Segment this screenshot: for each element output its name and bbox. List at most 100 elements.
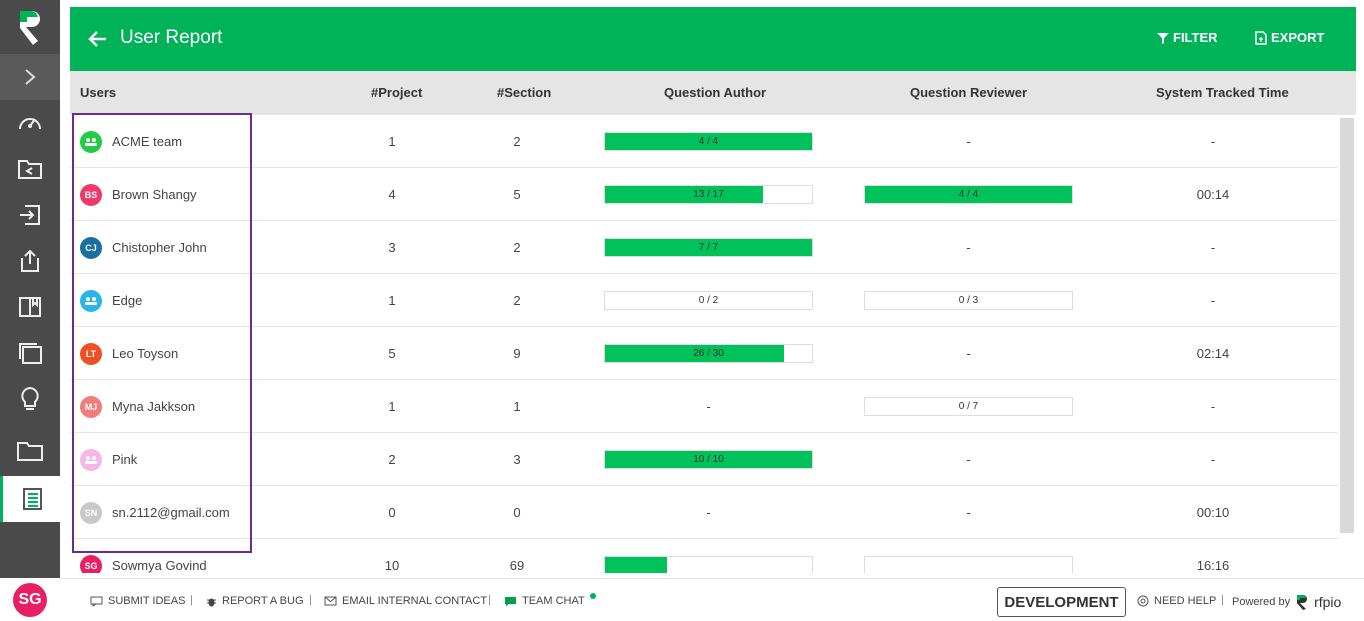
vertical-scrollbar[interactable] xyxy=(1340,118,1354,533)
question-reviewer-cell: - xyxy=(864,433,1073,486)
question-reviewer-cell: - xyxy=(864,115,1073,168)
column-header-system-tracked-time[interactable]: System Tracked Time xyxy=(1156,85,1289,100)
sidebar-item-folders[interactable] xyxy=(0,428,60,474)
section-count: 5 xyxy=(513,187,521,202)
sidebar-item-library[interactable] xyxy=(0,284,60,330)
column-header-users[interactable]: Users xyxy=(80,85,116,100)
need-help-label: NEED HELP xyxy=(1154,595,1217,607)
sidebar-item-documents[interactable] xyxy=(0,330,60,376)
email-contact-link[interactable]: EMAIL INTERNAL CONTACT xyxy=(324,595,487,607)
filter-button[interactable]: FILTER xyxy=(1157,30,1218,45)
question-author-cell: - xyxy=(604,380,813,433)
section-count: 3 xyxy=(513,452,521,467)
stacked-windows-icon xyxy=(19,343,42,364)
filter-icon xyxy=(1157,32,1169,44)
table-row[interactable]: Pink 2 3 10 / 10 - - xyxy=(70,433,1338,486)
section-count: 2 xyxy=(513,293,521,308)
progress-label: 0 / 7 xyxy=(958,401,979,412)
question-author-cell: 13 / 17 xyxy=(604,168,813,221)
table-row[interactable]: SG Sowmya Govind 10 69 16:16 xyxy=(70,539,1338,573)
sidebar-item-dashboard[interactable] xyxy=(0,100,60,146)
question-reviewer-cell: - xyxy=(864,327,1073,380)
column-header-project[interactable]: #Project xyxy=(371,85,422,100)
table-row[interactable]: Edge 1 2 0 / 2 0 / 3 - xyxy=(70,274,1338,327)
speedometer-icon xyxy=(19,118,41,130)
column-header-question-author[interactable]: Question Author xyxy=(664,85,766,100)
sidebar-item-export[interactable] xyxy=(0,238,60,284)
bug-icon xyxy=(207,598,216,606)
back-button[interactable] xyxy=(86,27,110,51)
question-author-cell: 26 / 30 xyxy=(604,327,813,380)
export-button[interactable]: EXPORT xyxy=(1255,30,1324,45)
mail-icon xyxy=(324,596,337,606)
progress-bar: 0 / 7 xyxy=(864,397,1073,416)
tracked-time: 00:14 xyxy=(1196,187,1230,202)
progress-bar: 4 / 4 xyxy=(864,185,1073,204)
question-reviewer-cell: 4 / 4 xyxy=(864,168,1073,221)
user-avatar[interactable]: SG xyxy=(13,582,47,617)
report-bug-label: REPORT A BUG xyxy=(222,595,304,607)
section-count: 0 xyxy=(513,505,521,520)
table-row[interactable]: BS Brown Shangy 4 5 13 / 17 4 / 4 00:14 xyxy=(70,168,1338,221)
progress-label: 4 / 4 xyxy=(698,136,719,147)
sidebar-item-import[interactable] xyxy=(0,192,60,238)
chevron-right-icon xyxy=(25,69,36,85)
logo-icon xyxy=(20,11,40,45)
team-chat-link[interactable]: TEAM CHAT xyxy=(504,593,596,607)
users-column-highlight xyxy=(72,113,252,553)
app-root: SG User Report FILTER EXPORT Users #Proj… xyxy=(0,0,1364,621)
sidebar-item-projects[interactable] xyxy=(0,146,60,192)
section-count: 2 xyxy=(513,134,521,149)
sidebar: SG xyxy=(0,0,60,621)
column-header-question-reviewer[interactable]: Question Reviewer xyxy=(910,85,1027,100)
question-reviewer-cell: - xyxy=(864,221,1073,274)
submit-ideas-link[interactable]: SUBMIT IDEAS xyxy=(90,595,185,607)
user-avatar: SG xyxy=(80,554,102,573)
value-text: - xyxy=(706,505,711,520)
tracked-time: 00:10 xyxy=(1196,505,1230,520)
table-row[interactable]: LT Leo Toyson 5 9 26 / 30 - 02:14 xyxy=(70,327,1338,380)
question-author-cell: 7 / 7 xyxy=(604,221,813,274)
progress-bar xyxy=(604,556,813,573)
tracked-time: - xyxy=(1210,452,1216,467)
comment-icon xyxy=(90,596,103,607)
need-help-link[interactable]: NEED HELP xyxy=(1137,595,1216,607)
table-row[interactable]: CJ Chistopher John 3 2 7 / 7 - - xyxy=(70,221,1338,274)
project-count: 1 xyxy=(388,134,396,149)
filter-label: FILTER xyxy=(1173,30,1218,45)
question-reviewer-cell: - xyxy=(864,486,1073,539)
progress-bar: 0 / 3 xyxy=(864,291,1073,310)
section-count: 69 xyxy=(509,558,525,573)
rfpio-small-logo-icon xyxy=(1297,595,1308,610)
folder-reply-icon xyxy=(18,160,42,179)
progress-label: 26 / 30 xyxy=(693,348,724,359)
sidebar-item-ideas[interactable] xyxy=(0,376,60,422)
table-row[interactable]: ACME team 1 2 4 / 4 - - xyxy=(70,115,1338,168)
progress-bar: 4 / 4 xyxy=(604,132,813,151)
chat-icon xyxy=(505,596,516,606)
project-count: 2 xyxy=(388,452,396,467)
folder-icon xyxy=(17,442,43,461)
progress-label: 10 / 10 xyxy=(693,454,724,465)
progress-bar: 10 / 10 xyxy=(604,450,813,469)
progress-bar: 13 / 17 xyxy=(604,185,813,204)
progress-bar: 7 / 7 xyxy=(604,238,813,257)
report-icon xyxy=(22,488,42,510)
expand-sidebar-button[interactable] xyxy=(0,54,60,100)
rfpio-logo[interactable] xyxy=(0,0,60,54)
progress-bar: 26 / 30 xyxy=(604,344,813,363)
table-row[interactable]: SN sn.2112@gmail.com 0 0 - - 00:10 xyxy=(70,486,1338,539)
progress-label xyxy=(865,557,1072,573)
sidebar-item-reports[interactable] xyxy=(0,476,60,522)
tracked-time: - xyxy=(1210,293,1216,308)
progress-label: 4 / 4 xyxy=(958,189,979,200)
table-header: Users #Project #Section Question Author … xyxy=(70,71,1356,115)
question-reviewer-cell: 0 / 7 xyxy=(864,380,1073,433)
column-header-section[interactable]: #Section xyxy=(497,85,551,100)
tracked-time: - xyxy=(1210,240,1216,255)
user-menu[interactable]: SG xyxy=(0,578,60,621)
project-count: 1 xyxy=(388,293,396,308)
value-text: - xyxy=(966,346,971,361)
report-bug-link[interactable]: REPORT A BUG xyxy=(206,595,304,607)
table-row[interactable]: MJ Myna Jakkson 1 1 - 0 / 7 - xyxy=(70,380,1338,433)
